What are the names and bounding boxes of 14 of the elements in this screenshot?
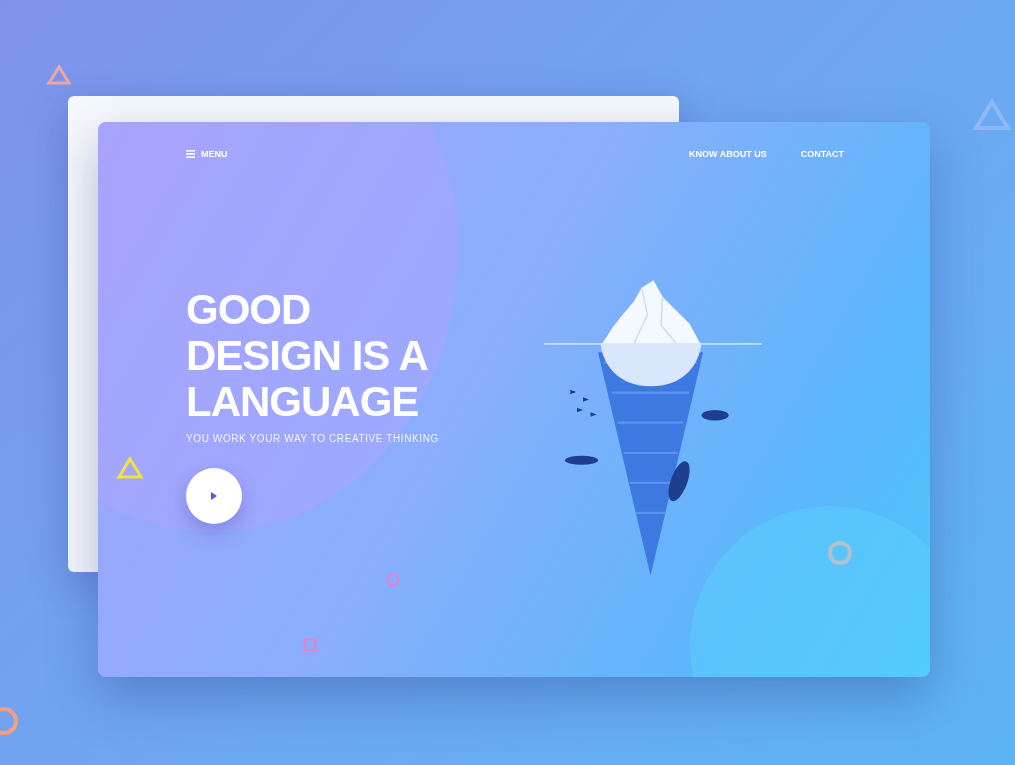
triangle-icon (116, 456, 144, 480)
ring-icon (385, 572, 401, 588)
play-icon (211, 492, 217, 500)
nav-link[interactable]: KNOW ABOUT US (689, 149, 767, 159)
menu-icon (186, 150, 195, 158)
menu-button[interactable]: MENU (186, 149, 228, 159)
hero-title: GOOD DESIGN IS A LANGUAGE (186, 287, 429, 425)
triangle-icon (972, 98, 1012, 132)
play-button[interactable] (186, 468, 242, 524)
triangle-icon (46, 64, 72, 86)
nav-link[interactable]: CONTACT (800, 149, 844, 159)
ring-icon (826, 539, 854, 567)
square-icon (302, 637, 318, 653)
hero-subtitle: YOU WORK YOUR WAY TO CREATIVE THINKING (186, 433, 439, 444)
